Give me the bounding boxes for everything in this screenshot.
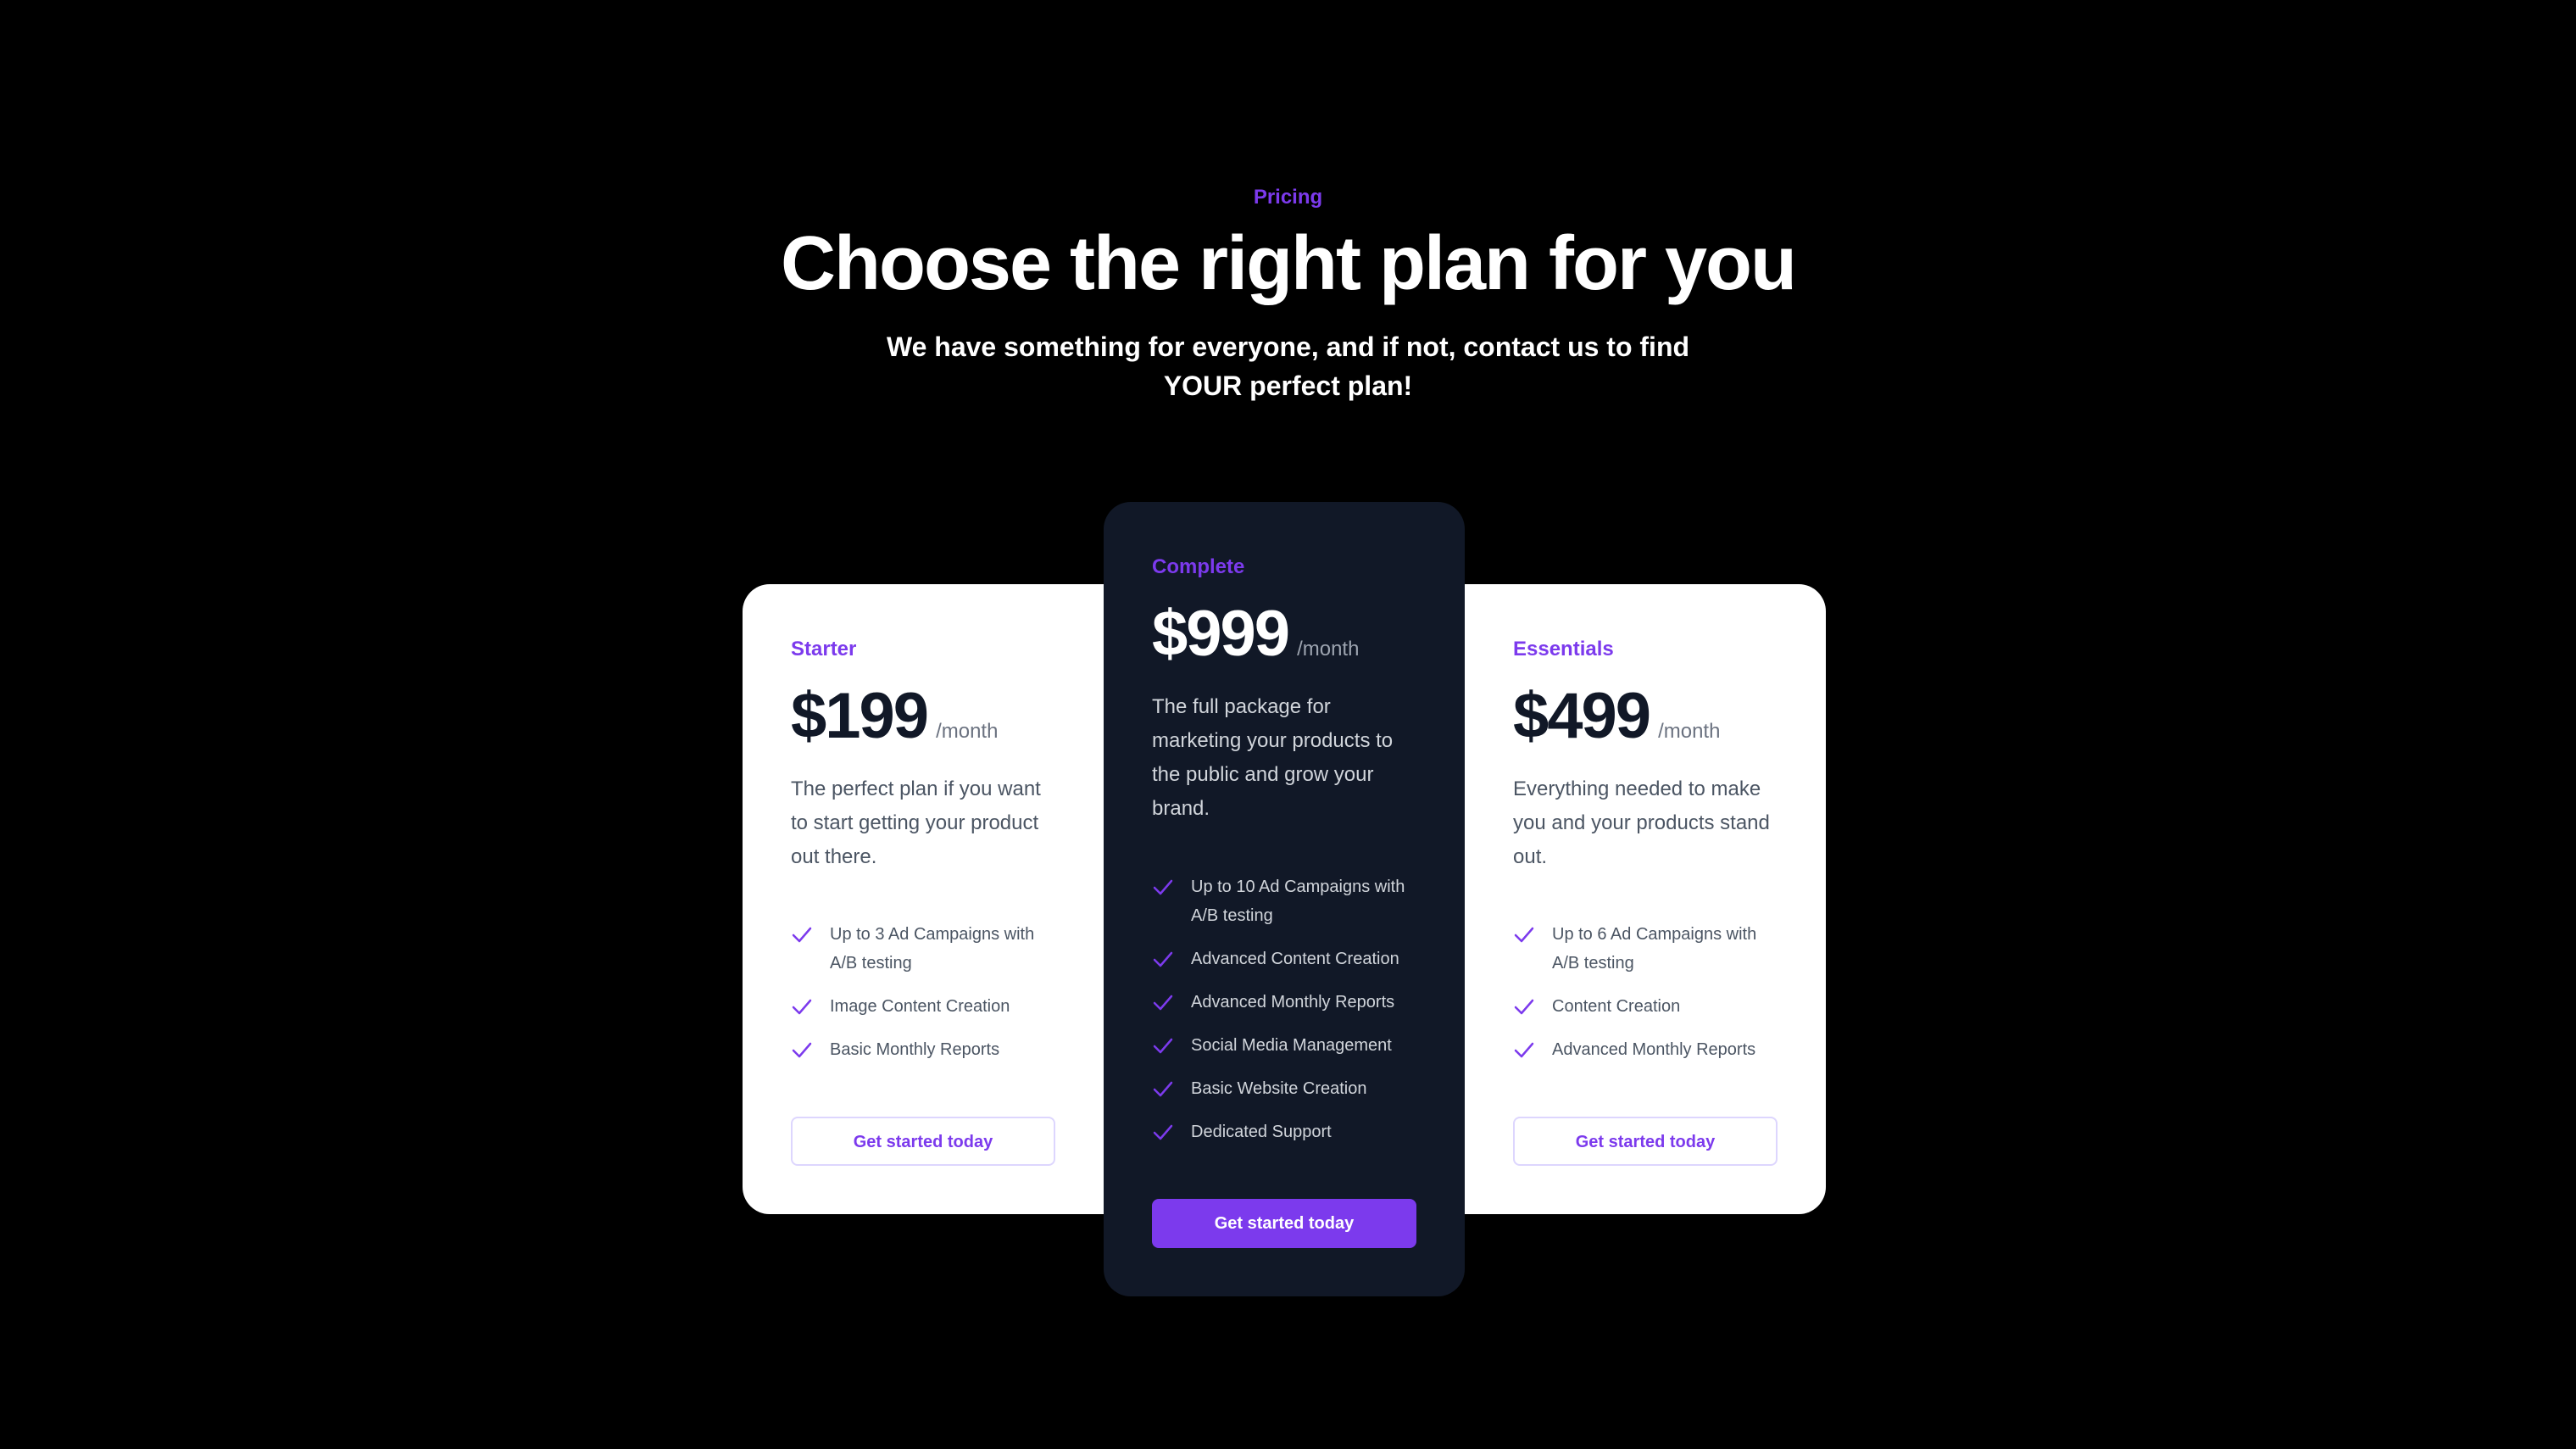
plan-description: Everything needed to make you and your p… — [1513, 777, 1770, 868]
plan-card-starter: Starter $199/month The perfect plan if y… — [743, 584, 1104, 1214]
plan-name: Starter — [791, 638, 857, 660]
check-icon — [1153, 995, 1173, 1011]
plan-description: The perfect plan if you want to start ge… — [791, 777, 1041, 868]
plan-feature: Up to 3 Ad Campaigns with A/B testing — [791, 920, 1062, 978]
plan-feature: Basic Monthly Reports — [791, 1035, 1062, 1064]
plan-feature-list: Up to 6 Ad Campaigns with A/B testing Co… — [1513, 920, 1784, 1078]
check-icon — [792, 927, 812, 943]
plan-feature-label: Advanced Monthly Reports — [1191, 993, 1395, 1012]
plan-feature-label: Up to 10 Ad Campaigns with A/B testing — [1191, 878, 1405, 925]
check-icon — [1153, 1081, 1173, 1097]
plan-price: $999 — [1152, 598, 1290, 670]
plan-price-row: $999/month — [1152, 597, 1359, 671]
check-icon — [1153, 879, 1173, 895]
plan-price: $199 — [791, 680, 929, 752]
plan-feature-label: Dedicated Support — [1191, 1123, 1332, 1141]
plan-price: $499 — [1513, 680, 1651, 752]
check-icon — [1514, 1042, 1534, 1058]
plan-period: /month — [1658, 720, 1721, 743]
plan-feature: Advanced Monthly Reports — [1152, 988, 1423, 1017]
page-title: Choose the right plan for you — [781, 221, 1797, 306]
plan-feature-list: Up to 3 Ad Campaigns with A/B testing Im… — [791, 920, 1062, 1078]
plan-card-complete: Complete $999/month The full package for… — [1104, 502, 1465, 1296]
page-subtitle: We have something for everyone, and if n… — [886, 332, 1690, 401]
plan-card-essentials: Essentials $499/month Everything needed … — [1465, 584, 1826, 1214]
check-icon — [1153, 1038, 1173, 1054]
get-started-button[interactable]: Get started today — [1152, 1199, 1416, 1248]
plan-period: /month — [1297, 638, 1360, 660]
plan-feature: Social Media Management — [1152, 1031, 1423, 1060]
plan-feature-label: Content Creation — [1552, 997, 1681, 1016]
get-started-button[interactable]: Get started today — [1513, 1117, 1778, 1166]
plan-feature-list: Up to 10 Ad Campaigns with A/B testing A… — [1152, 872, 1423, 1161]
check-icon — [792, 1042, 812, 1058]
check-icon — [1514, 999, 1534, 1015]
plan-feature-label: Image Content Creation — [830, 997, 1010, 1016]
plan-feature: Dedicated Support — [1152, 1117, 1423, 1146]
plan-feature-label: Basic Website Creation — [1191, 1079, 1367, 1098]
plan-feature: Content Creation — [1513, 992, 1784, 1021]
plan-feature: Up to 10 Ad Campaigns with A/B testing — [1152, 872, 1423, 930]
plan-name: Essentials — [1513, 638, 1614, 660]
plan-period: /month — [936, 720, 999, 743]
plan-description: The full package for marketing your prod… — [1152, 695, 1394, 820]
check-icon — [1153, 951, 1173, 967]
plan-feature: Advanced Content Creation — [1152, 945, 1423, 973]
plan-feature-label: Social Media Management — [1191, 1036, 1392, 1055]
plan-feature: Advanced Monthly Reports — [1513, 1035, 1784, 1064]
section-eyebrow: Pricing — [1253, 186, 1323, 209]
plan-feature: Image Content Creation — [791, 992, 1062, 1021]
plan-feature-label: Up to 6 Ad Campaigns with A/B testing — [1552, 925, 1757, 973]
check-icon — [1514, 927, 1534, 943]
plan-price-row: $199/month — [791, 679, 998, 753]
plan-feature: Up to 6 Ad Campaigns with A/B testing — [1513, 920, 1784, 978]
plan-feature-label: Advanced Monthly Reports — [1552, 1040, 1756, 1059]
check-icon — [1153, 1124, 1173, 1140]
plan-feature: Basic Website Creation — [1152, 1074, 1423, 1103]
plan-price-row: $499/month — [1513, 679, 1720, 753]
check-icon — [792, 999, 812, 1015]
get-started-button[interactable]: Get started today — [791, 1117, 1055, 1166]
plan-feature-label: Up to 3 Ad Campaigns with A/B testing — [830, 925, 1035, 973]
plan-feature-label: Basic Monthly Reports — [830, 1040, 1000, 1059]
plan-feature-label: Advanced Content Creation — [1191, 950, 1399, 968]
plan-name: Complete — [1152, 555, 1245, 578]
